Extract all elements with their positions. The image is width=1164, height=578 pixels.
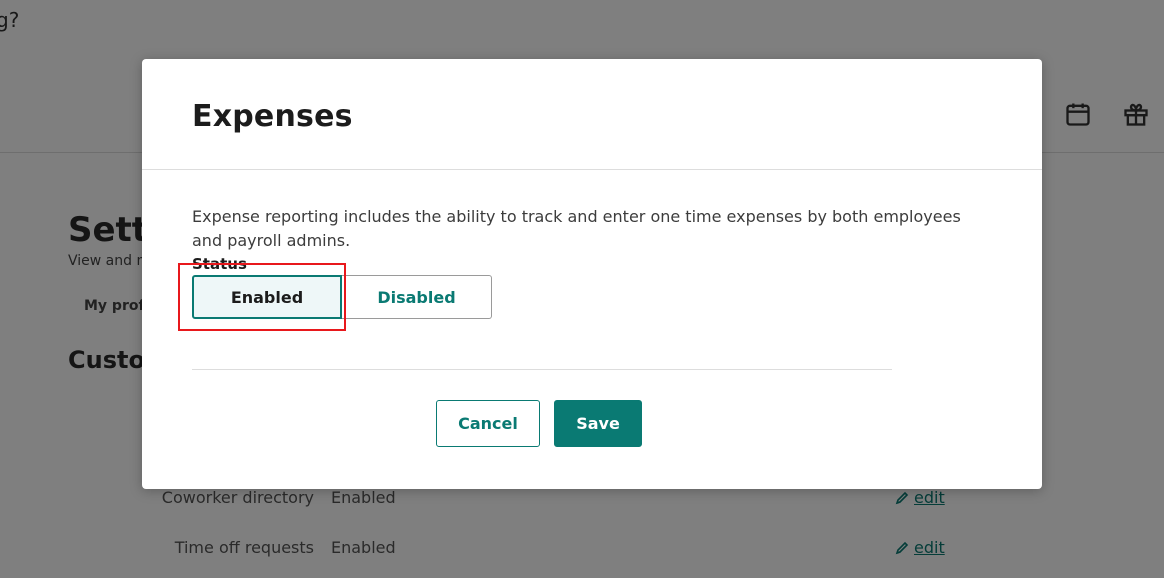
- status-enabled-button[interactable]: Enabled: [192, 275, 342, 319]
- modal-description: Expense reporting includes the ability t…: [192, 207, 961, 250]
- save-button[interactable]: Save: [554, 400, 642, 447]
- modal-actions: Cancel Save: [192, 400, 992, 447]
- status-disabled-button[interactable]: Disabled: [342, 275, 492, 319]
- modal-title: Expenses: [192, 99, 353, 134]
- modal-body: Expense reporting includes the ability t…: [142, 170, 1042, 447]
- modal-divider: [192, 369, 892, 370]
- expenses-modal: Expenses Expense reporting includes the …: [142, 59, 1042, 489]
- status-label: Status: [192, 255, 247, 273]
- status-toggle: Enabled Disabled: [178, 263, 992, 331]
- cancel-button[interactable]: Cancel: [436, 400, 540, 447]
- modal-header: Expenses: [142, 59, 1042, 170]
